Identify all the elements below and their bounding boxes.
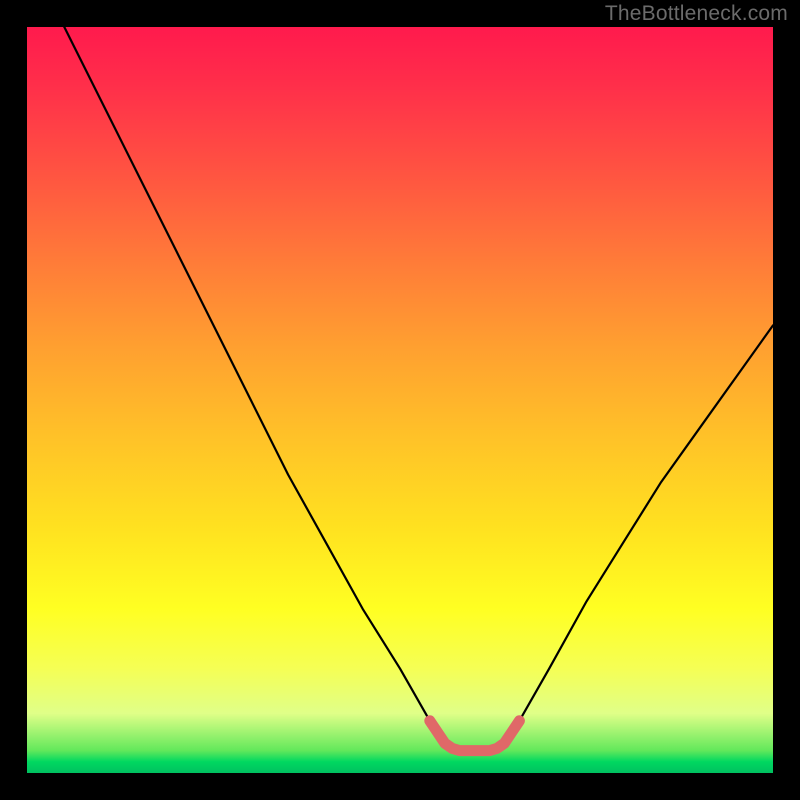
curve-layer	[27, 27, 773, 773]
sweet-spot-marker	[430, 721, 520, 751]
watermark-text: TheBottleneck.com	[605, 2, 788, 26]
bottleneck-curve	[64, 27, 773, 751]
plot-area	[27, 27, 773, 773]
chart-frame: TheBottleneck.com	[0, 0, 800, 800]
